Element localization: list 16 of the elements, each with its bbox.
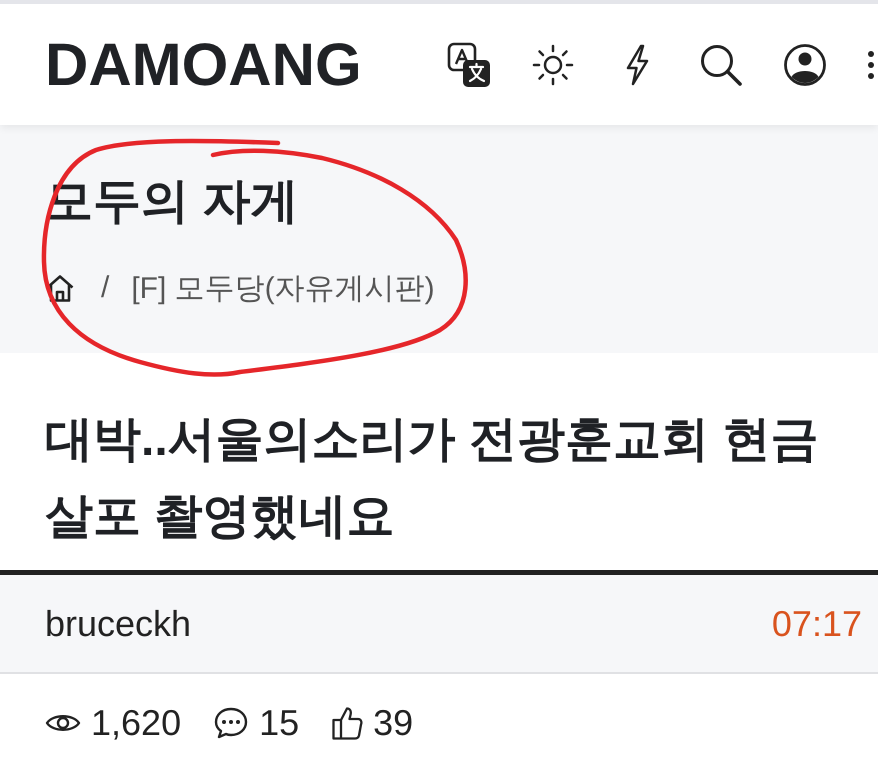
speech-bubble-icon	[213, 706, 250, 740]
site-logo[interactable]: DAMOANG	[45, 34, 362, 94]
search-icon[interactable]	[699, 42, 743, 86]
author-name[interactable]: bruceckh	[45, 602, 192, 644]
more-menu-icon[interactable]	[867, 50, 875, 80]
breadcrumb-link[interactable]: [F] 모두당(자유게시판)	[131, 268, 435, 308]
sun-icon[interactable]	[531, 42, 575, 86]
like-count: 39	[373, 702, 414, 744]
view-count: 1,620	[91, 702, 182, 744]
breadcrumb-separator: /	[101, 271, 110, 305]
user-profile-icon[interactable]	[783, 42, 827, 86]
post-title: 대박..서울의소리가 전광훈교회 현금 살포 촬영했네요	[45, 412, 820, 545]
thumbs-up-icon	[331, 704, 364, 740]
translate-icon[interactable]	[447, 42, 491, 88]
post-time: 07:17	[772, 602, 862, 644]
comment-count: 15	[259, 702, 300, 744]
